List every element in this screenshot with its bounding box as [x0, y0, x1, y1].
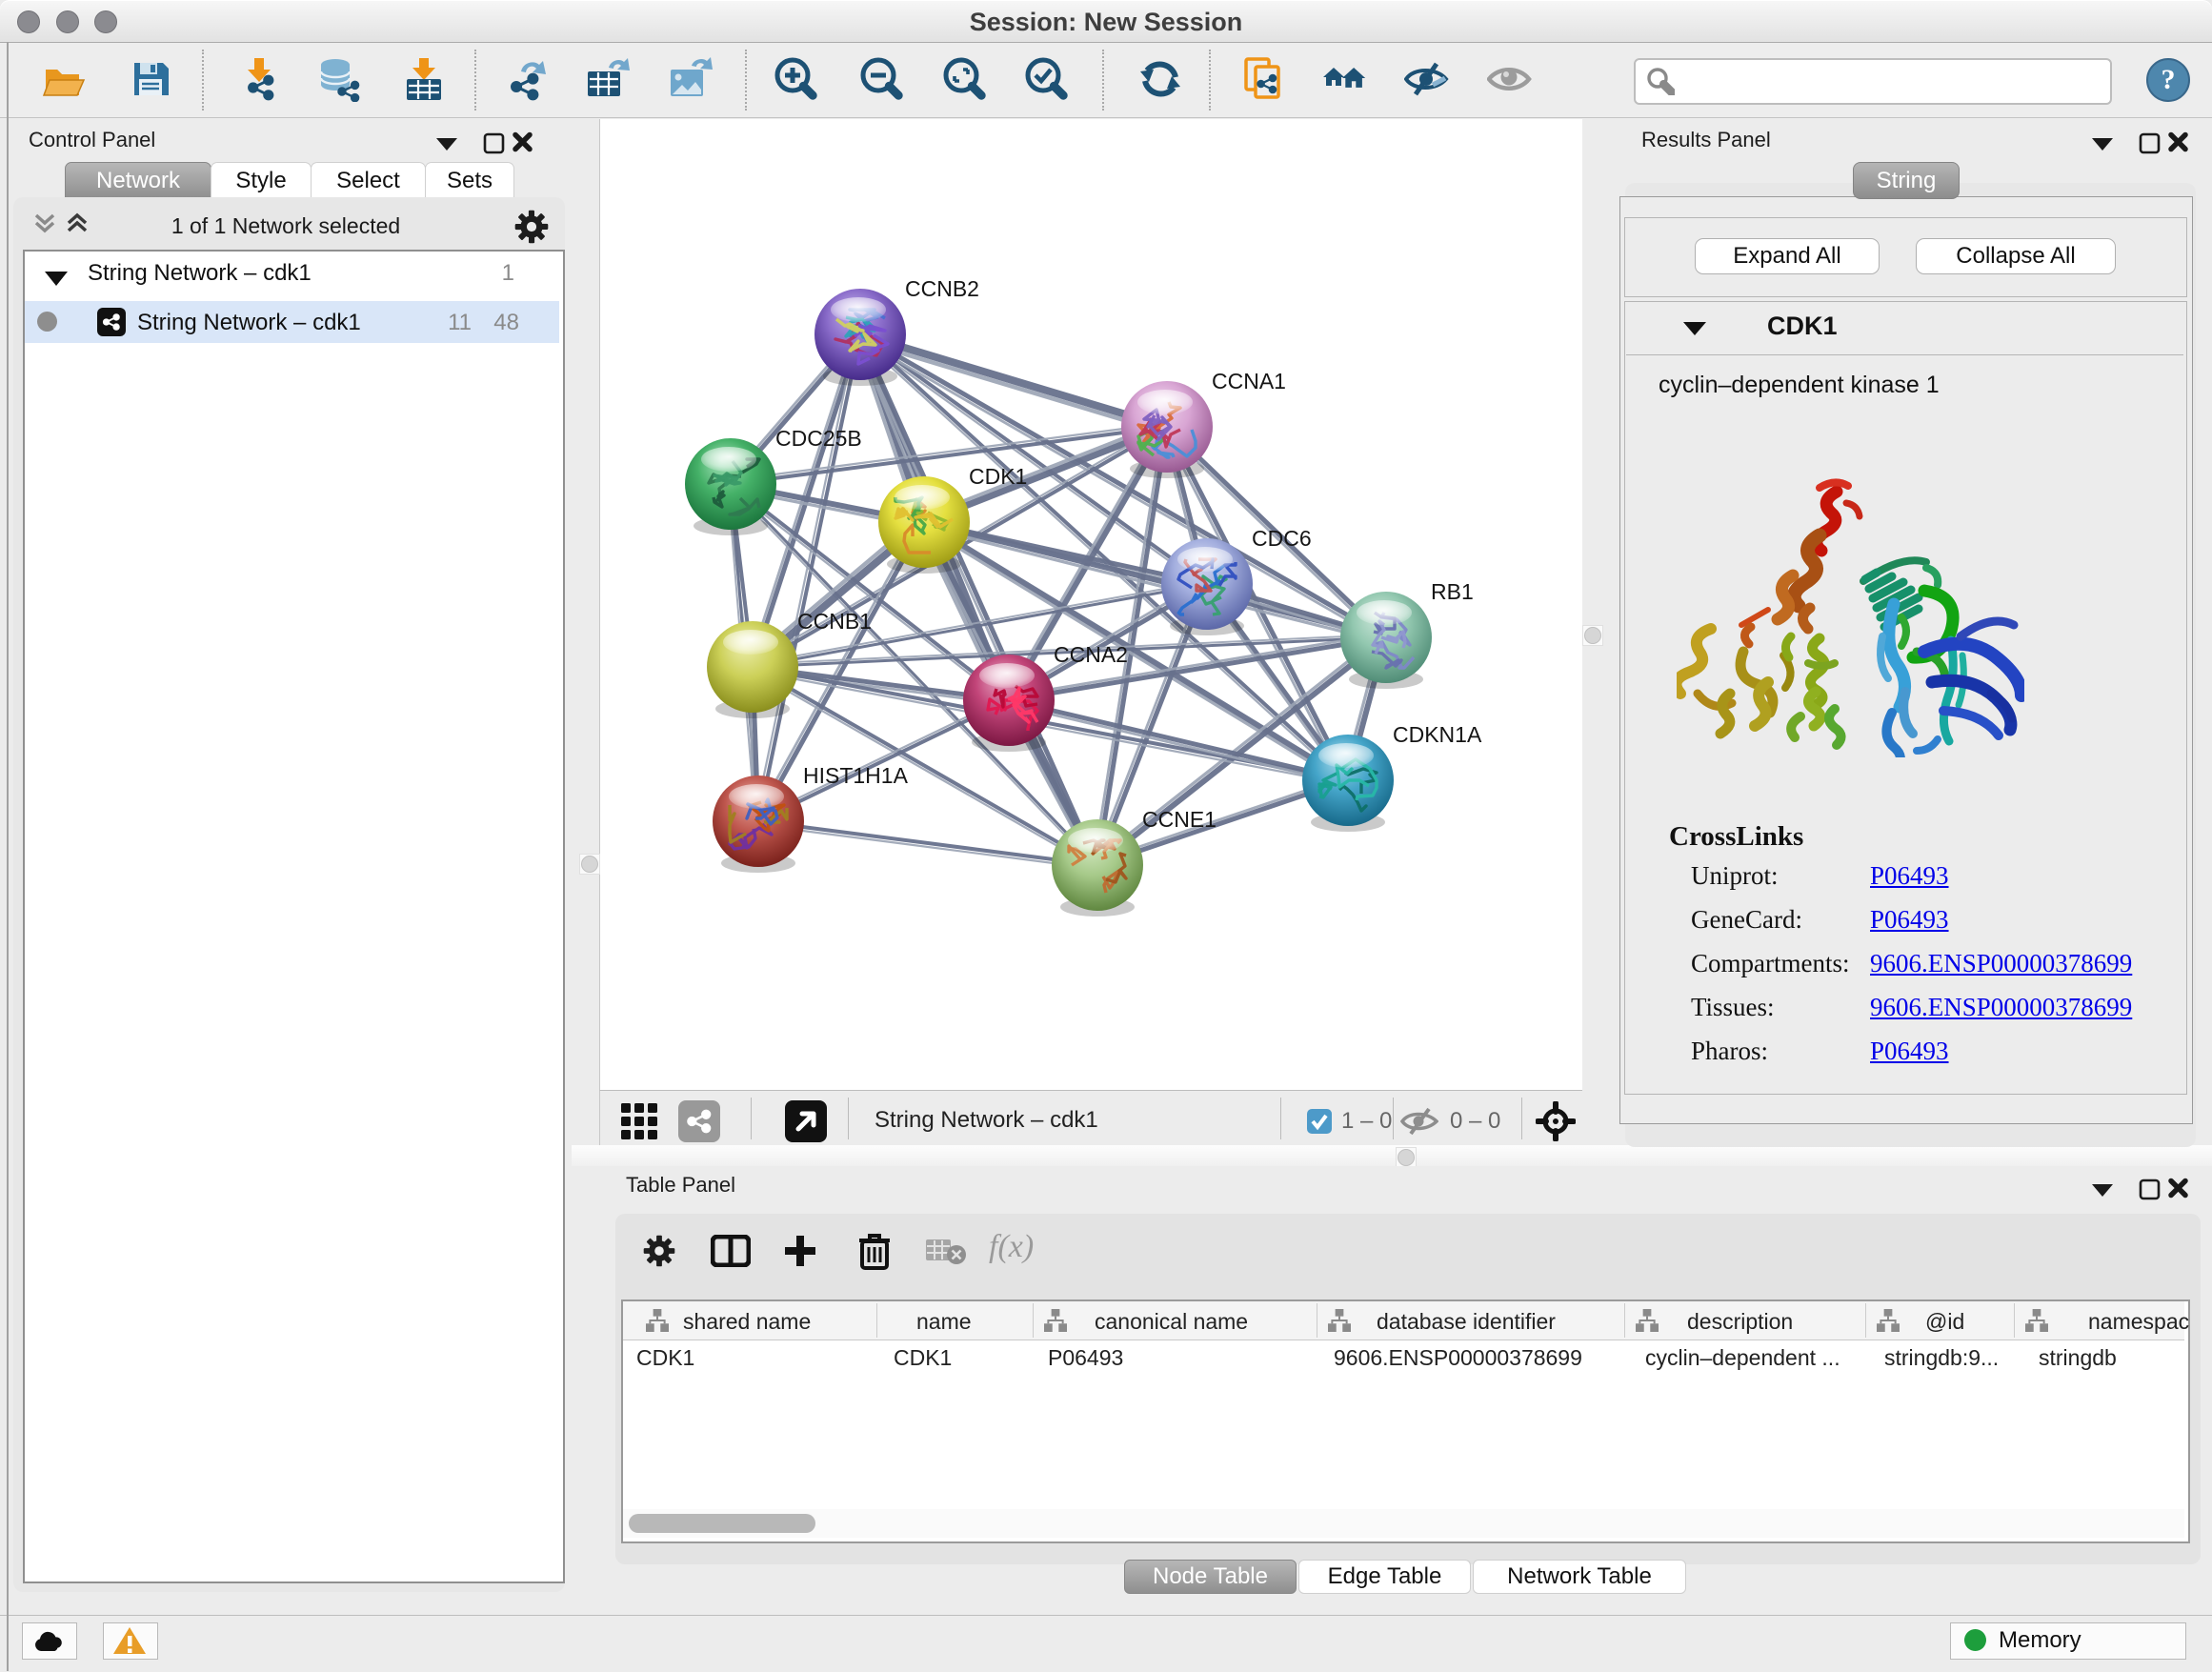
svg-text:CCNA2: CCNA2: [1054, 642, 1128, 667]
svg-text:CCNA1: CCNA1: [1212, 369, 1286, 393]
svg-text:?: ?: [2162, 64, 2176, 95]
svg-text:RB1: RB1: [1431, 579, 1474, 604]
svg-text:CCNE1: CCNE1: [1142, 807, 1217, 832]
svg-text:CDK1: CDK1: [969, 464, 1027, 489]
svg-text:CCNB2: CCNB2: [905, 276, 979, 301]
svg-text:CDC25B: CDC25B: [775, 426, 862, 451]
svg-text:HIST1H1A: HIST1H1A: [803, 763, 909, 788]
svg-text:CDKN1A: CDKN1A: [1393, 722, 1482, 747]
svg-text:CDC6: CDC6: [1252, 526, 1312, 551]
svg-text:CCNB1: CCNB1: [797, 609, 872, 634]
